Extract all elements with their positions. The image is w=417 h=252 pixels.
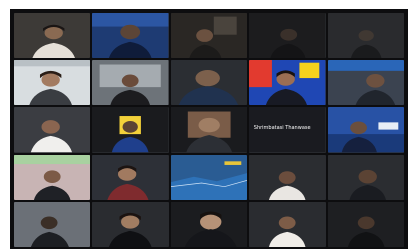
participant-video — [14, 154, 91, 200]
participant-tile-9[interactable] — [249, 60, 326, 106]
participant-tile-4[interactable] — [249, 13, 326, 59]
participant-tile-6[interactable] — [14, 60, 91, 106]
participant-video — [170, 154, 248, 200]
participant-gallery: Shrimbatasi Thanwase — [10, 9, 408, 249]
participant-video — [92, 201, 169, 247]
participant-video — [249, 154, 326, 200]
participant-tile-22[interactable] — [92, 201, 169, 247]
participant-tile-13[interactable] — [170, 107, 248, 153]
participant-tile-5[interactable] — [327, 13, 404, 59]
participant-tile-17[interactable] — [92, 154, 169, 200]
participant-video — [327, 154, 404, 200]
participant-video — [170, 13, 248, 59]
participant-tile-20[interactable] — [327, 154, 404, 200]
participant-video — [170, 107, 248, 153]
participant-video — [327, 107, 404, 153]
participant-video — [170, 60, 248, 106]
participant-video — [249, 13, 326, 59]
participant-video — [170, 201, 248, 247]
participant-video — [14, 13, 91, 59]
participant-video — [327, 201, 404, 247]
participant-tile-12[interactable] — [92, 107, 169, 153]
participant-tile-18[interactable] — [170, 154, 248, 200]
participant-tile-19[interactable] — [249, 154, 326, 200]
participant-video — [249, 201, 326, 247]
participant-tile-15[interactable] — [327, 107, 404, 153]
participant-video — [92, 154, 169, 200]
participant-video — [327, 13, 404, 59]
participant-video — [92, 107, 169, 153]
participant-tile-2[interactable] — [92, 13, 169, 59]
participant-tile-7[interactable] — [92, 60, 169, 106]
participant-video — [92, 60, 169, 106]
participant-video — [14, 107, 91, 153]
participant-tile-10[interactable] — [327, 60, 404, 106]
participant-tile-21[interactable] — [14, 201, 91, 247]
participant-tile-24[interactable] — [249, 201, 326, 247]
participant-video — [14, 201, 91, 247]
participant-tile-11[interactable] — [14, 107, 91, 153]
participant-tile-23[interactable] — [170, 201, 248, 247]
participant-tile-14[interactable]: Shrimbatasi Thanwase — [249, 107, 326, 153]
participant-tile-25[interactable] — [327, 201, 404, 247]
participant-tile-1[interactable] — [14, 13, 91, 59]
participant-video — [92, 13, 169, 59]
participant-tile-3[interactable] — [170, 13, 248, 59]
participant-display-name: Shrimbatasi Thanwase — [253, 125, 311, 132]
participant-video — [14, 60, 91, 106]
participant-video — [327, 60, 404, 106]
participant-tile-16[interactable] — [14, 154, 91, 200]
participant-tile-8[interactable] — [170, 60, 248, 106]
video-conference-window: Shrimbatasi Thanwase — [10, 9, 408, 249]
participant-video — [249, 60, 326, 106]
